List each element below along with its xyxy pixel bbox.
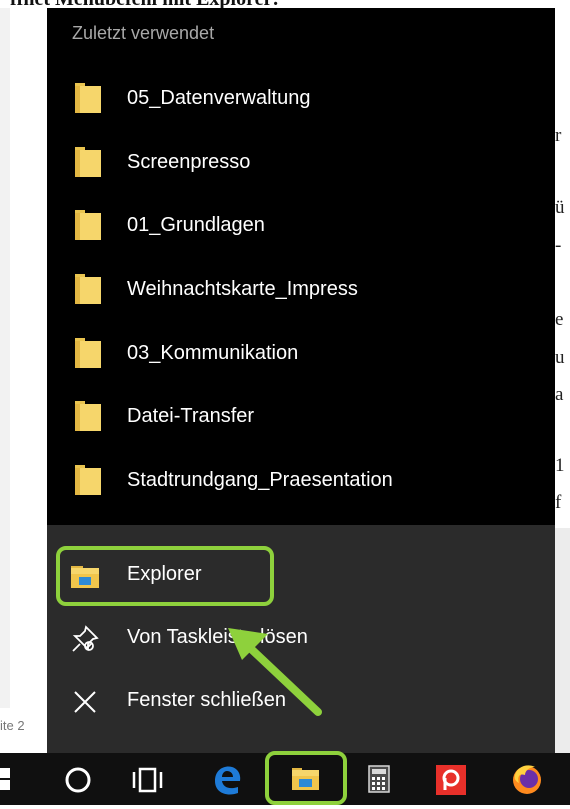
- screenpresso-icon: [436, 765, 466, 795]
- recent-item[interactable]: Stadtrundgang_Praesentation: [47, 451, 555, 509]
- recent-item-label: 05_Datenverwaltung: [127, 86, 311, 109]
- cortana-button[interactable]: [58, 753, 98, 805]
- recent-item[interactable]: 05_Datenverwaltung: [47, 69, 555, 127]
- recent-section-title: Zuletzt verwendet: [72, 23, 215, 43]
- folder-icon: [75, 338, 101, 368]
- recent-item[interactable]: Datei-Transfer: [47, 387, 555, 445]
- edge-button[interactable]: [205, 753, 250, 805]
- recent-item[interactable]: Screenpresso: [47, 133, 555, 191]
- document-char: a: [555, 384, 564, 405]
- recent-item[interactable]: 01_Grundlagen: [47, 196, 555, 254]
- document-left-margin: [0, 8, 10, 708]
- folder-icon: [75, 83, 101, 113]
- folder-icon: [75, 465, 101, 495]
- document-char: r: [555, 125, 562, 146]
- recent-item-label: 01_Grundlagen: [127, 213, 265, 236]
- folder-icon: [75, 274, 101, 304]
- calculator-button[interactable]: [360, 753, 400, 805]
- taskbar-explorer-highlight-annotation: [265, 751, 347, 805]
- recent-item[interactable]: 03_Kommunikation: [47, 324, 555, 382]
- recent-item-label: Datei-Transfer: [127, 404, 255, 427]
- folder-icon: [75, 147, 101, 177]
- start-button[interactable]: [0, 753, 40, 805]
- calculator-icon: [368, 765, 390, 793]
- recent-item-label: Screenpresso: [127, 150, 251, 173]
- page-number-fragment: ite 2: [0, 718, 25, 733]
- edge-icon: [215, 766, 241, 795]
- firefox-button[interactable]: [505, 753, 555, 805]
- document-right-gray-fragment: [555, 528, 570, 753]
- recent-item-label: 03_Kommunikation: [127, 341, 299, 364]
- screenpresso-button[interactable]: [430, 753, 475, 805]
- document-heading-fragment: ffnet Menübefehl mit Explorer:: [10, 0, 279, 8]
- document-fragment-top: ffnet Menübefehl mit Explorer:: [0, 0, 570, 8]
- close-icon: [74, 691, 96, 713]
- windows-logo-icon: [0, 768, 10, 790]
- document-char: 1: [555, 455, 565, 476]
- explorer-highlight-annotation: [56, 546, 274, 606]
- folder-icon: [75, 210, 101, 240]
- recent-item[interactable]: Weihnachtskarte_Impress: [47, 260, 555, 318]
- annotation-arrow: [228, 628, 322, 716]
- document-char: -: [555, 235, 562, 256]
- recent-item-label: Weihnachtskarte_Impress: [127, 277, 358, 300]
- recent-item-label: Stadtrundgang_Praesentation: [127, 468, 393, 491]
- document-char: ü: [555, 197, 565, 218]
- document-char: e: [555, 309, 564, 330]
- task-view-button[interactable]: [125, 753, 170, 805]
- task-view-icon: [132, 767, 163, 793]
- folder-icon: [75, 401, 101, 431]
- unpin-icon: [72, 625, 99, 652]
- firefox-icon: [513, 765, 541, 794]
- document-char: f: [555, 492, 562, 513]
- circle-icon: [65, 767, 91, 793]
- document-char: u: [555, 347, 565, 368]
